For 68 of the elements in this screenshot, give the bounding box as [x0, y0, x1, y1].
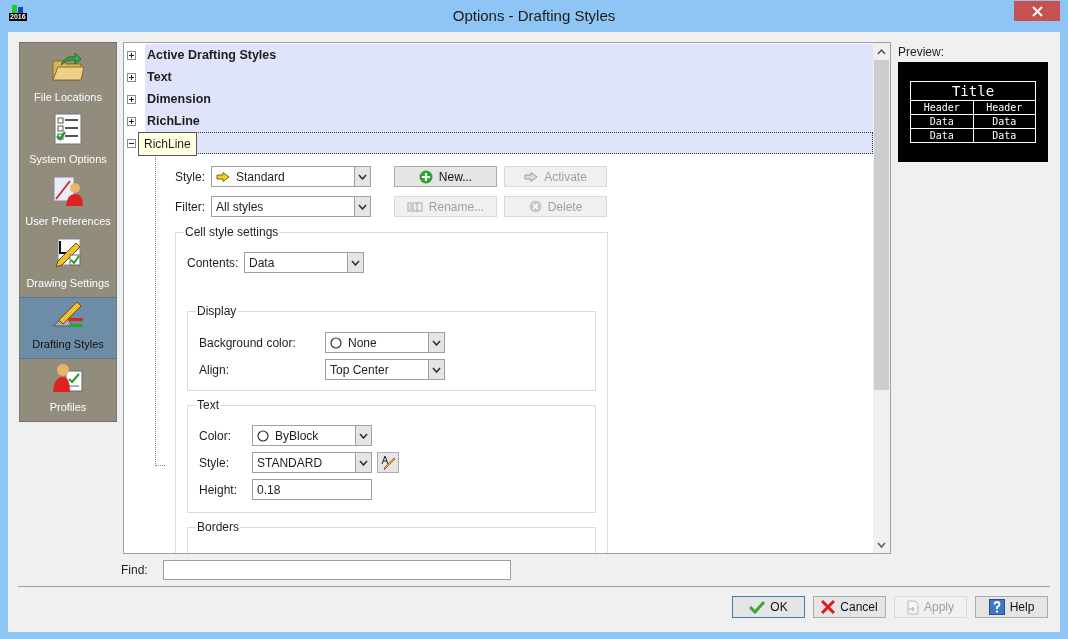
help-icon [988, 599, 1005, 615]
document-icon [907, 599, 919, 615]
dropdown[interactable]: STANDARD [252, 452, 372, 473]
scroll-thumb[interactable] [874, 60, 889, 390]
expand-icon[interactable] [127, 94, 136, 104]
dropdown[interactable]: Standard [211, 166, 371, 187]
arrow-icon [216, 171, 230, 182]
dialog-button[interactable]: Help [975, 596, 1048, 618]
field-label: Align: [199, 361, 231, 379]
plus-icon [418, 169, 433, 184]
field-label: Filter: [175, 198, 206, 216]
action-button[interactable]: New... [394, 166, 497, 187]
preview-header: Header [972, 101, 1035, 114]
sidebar-item[interactable]: Drafting Styles [20, 296, 116, 359]
tree-node[interactable]: RichLine [145, 110, 873, 132]
field-label: Style: [175, 168, 206, 186]
dropdown[interactable]: All styles [211, 196, 371, 217]
preview-cell: Data [972, 129, 1035, 142]
scroll-down-icon[interactable] [877, 541, 886, 548]
find-label: Find: [121, 562, 149, 579]
field-label: Style: [199, 454, 230, 472]
tree-node[interactable]: Text [145, 66, 873, 88]
text-style-button[interactable] [377, 452, 399, 473]
rename-icon [406, 200, 423, 213]
folder-icon [51, 50, 85, 83]
height-field[interactable]: 0.18 [252, 479, 372, 500]
window-title: Options - Drafting Styles [452, 5, 616, 26]
arrow-icon [524, 171, 539, 182]
preview-cell-text: Data [928, 129, 955, 142]
group-title: Cell style settings [184, 224, 280, 240]
field-label: Background color: [199, 334, 297, 352]
circle-icon [257, 429, 269, 442]
preview-cell: Data [972, 115, 1035, 128]
dropdown[interactable]: ByBlock [252, 425, 372, 446]
preview-title: Title [911, 82, 1035, 101]
close-button[interactable] [1014, 1, 1060, 21]
user-drawing-icon [52, 174, 84, 207]
preview-cell-text: Data [928, 115, 955, 128]
field-label: Contents: [187, 254, 240, 272]
collapse-icon[interactable] [127, 138, 136, 148]
tooltip: RichLine [138, 132, 197, 156]
check-icon [749, 600, 766, 614]
tree-node[interactable]: Active Drafting Styles [145, 44, 873, 66]
dropdown[interactable]: Top Center [325, 359, 445, 380]
scrollbar[interactable] [873, 43, 890, 553]
field-label: Height: [199, 481, 239, 499]
pencil-icon [380, 454, 396, 471]
preview-label: Preview: [898, 44, 945, 61]
expand-icon[interactable] [127, 72, 136, 82]
close-icon [1031, 5, 1043, 17]
preview-header: Header [922, 101, 961, 114]
user-checklist-icon [52, 361, 84, 394]
dialog-button[interactable]: OK [732, 596, 805, 618]
cross-icon [821, 600, 836, 614]
expand-icon[interactable] [127, 50, 136, 60]
circle-icon [330, 336, 342, 349]
scroll-up-icon[interactable] [877, 48, 886, 55]
axes-pencil-icon [52, 237, 84, 270]
checklist-icon [53, 112, 83, 145]
tree-node[interactable]: Dimension [145, 88, 873, 110]
delete-icon [528, 200, 542, 213]
dropdown[interactable]: None [325, 332, 445, 353]
dropdown[interactable]: Data [244, 252, 364, 273]
find-field[interactable] [163, 560, 511, 580]
expand-icon[interactable] [127, 116, 136, 126]
group-title: Display [196, 303, 238, 319]
dialog-button[interactable]: Cancel [813, 596, 886, 618]
field-label: Color: [199, 427, 232, 445]
